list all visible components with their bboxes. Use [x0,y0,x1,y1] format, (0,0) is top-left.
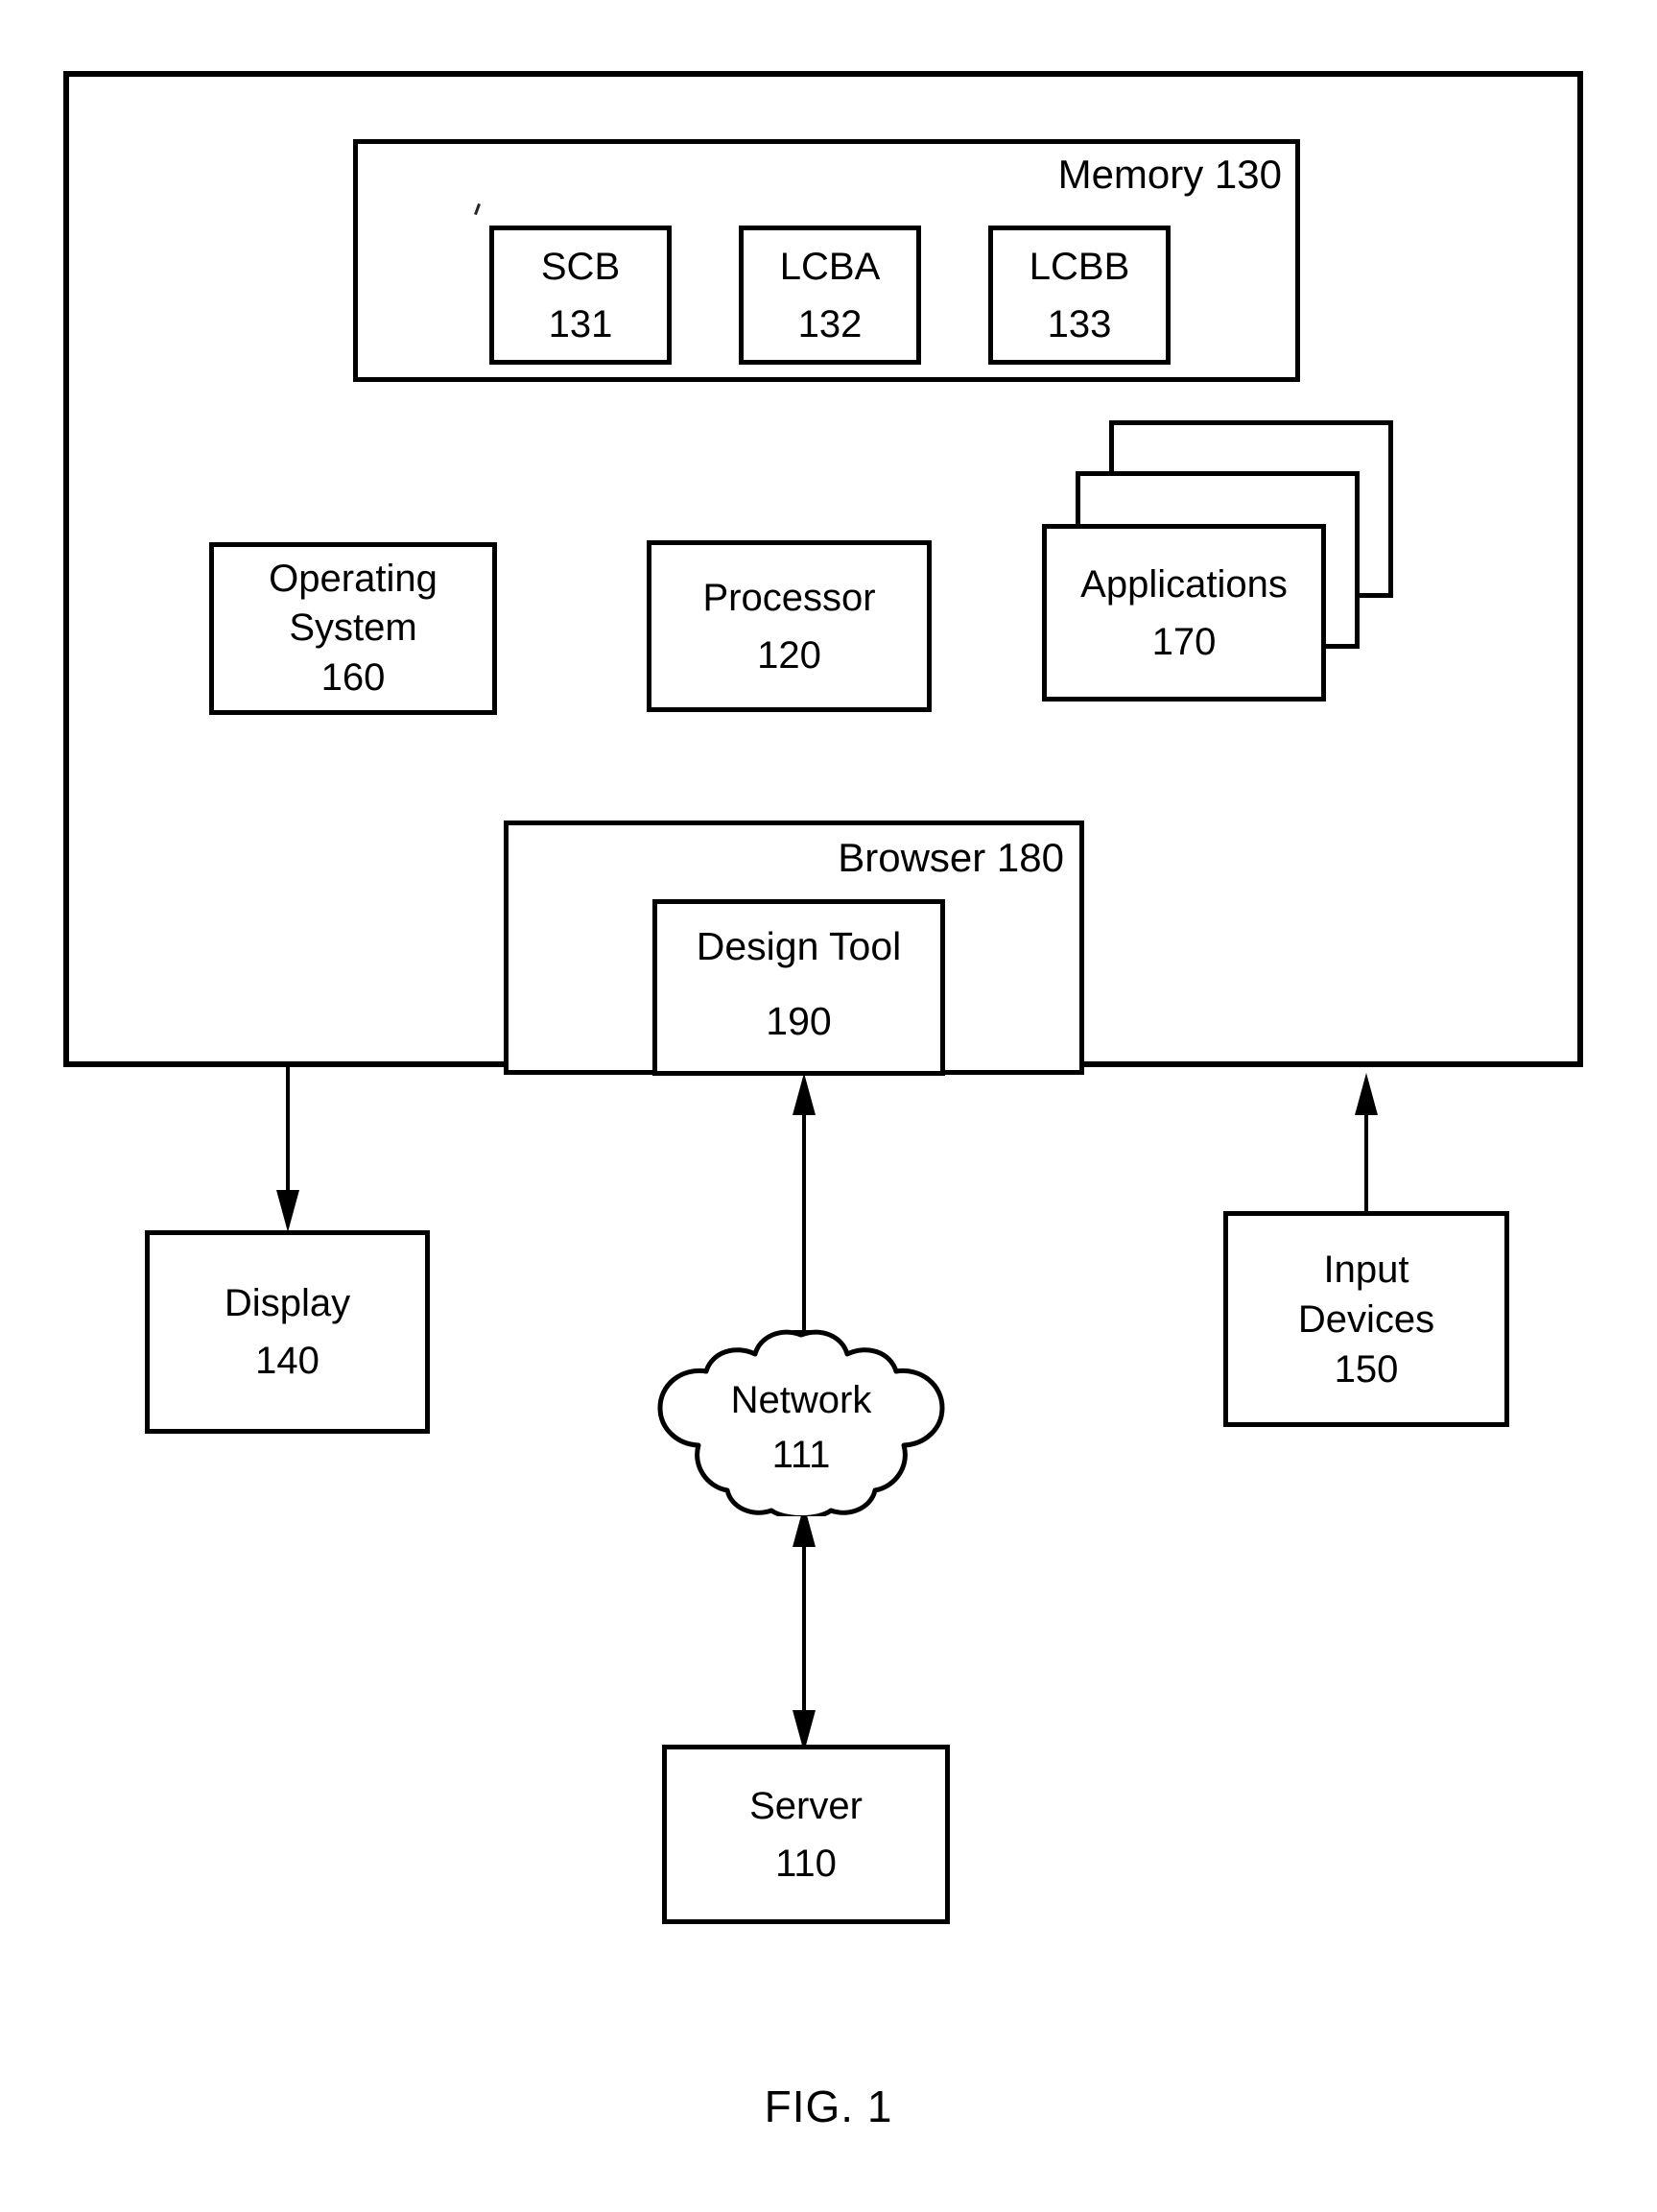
memory-cell-lcbb-name: LCBB [1029,245,1130,288]
display-line1: Display [224,1282,351,1324]
display-block: Display 140 [145,1230,430,1434]
server-block: Server 110 [662,1745,950,1924]
server-ref: 110 [775,1842,837,1885]
memory-cell-scb: SCB 131 [489,226,672,365]
applications-block: Applications 170 [1042,524,1326,702]
figure-caption: FIG. 1 [764,2081,893,2131]
memory-cell-lcba-ref: 132 [797,302,863,345]
memory-cell-lcbb-ref: 133 [1047,302,1112,345]
processor-block: Processor 120 [647,540,932,712]
arrow-system-to-network [793,1073,816,1372]
arrow-server-to-network [793,1505,816,1752]
input-devices-line2: Devices [1297,1297,1435,1341]
input-devices-line1: Input [1323,1248,1409,1291]
memory-block: Memory 130 SCB 131 LCBA 132 LCBB 133 [353,139,1300,382]
memory-cell-scb-name: SCB [540,245,621,288]
arrow-inputdevices-to-system [1355,1073,1378,1211]
design-tool-block: Design Tool 190 [652,899,945,1076]
display-ref: 140 [255,1340,320,1382]
patent-figure: Memory 130 SCB 131 LCBA 132 LCBB 133 Ope… [0,0,1657,2212]
memory-cell-lcba: LCBA 132 [739,226,921,365]
operating-system-ref: 160 [320,655,386,699]
applications-line1: Applications [1080,562,1288,606]
operating-system-line1: Operating [269,558,438,601]
print-speck [474,202,481,216]
network-cloud: Network 111 [643,1329,959,1516]
processor-ref: 120 [757,633,821,677]
operating-system-block: Operating System 160 [209,542,497,715]
design-tool-line1: Design Tool [696,924,902,968]
memory-cell-lcba-name: LCBA [779,245,881,288]
operating-system-line2: System [289,607,417,650]
applications-ref: 170 [1151,620,1217,663]
memory-cell-lcbb: LCBB 133 [988,226,1171,365]
input-devices-block: Input Devices 150 [1223,1211,1509,1427]
server-line1: Server [749,1784,863,1827]
browser-label: Browser 180 [838,835,1064,880]
applications-stack: Applications 170 [1042,420,1393,718]
input-devices-ref: 150 [1334,1347,1399,1391]
design-tool-ref: 190 [766,998,832,1043]
memory-label: Memory 130 [1057,152,1282,197]
arrow-system-to-display [276,1067,299,1232]
processor-line1: Processor [702,576,876,619]
memory-cell-scb-ref: 131 [548,302,613,345]
